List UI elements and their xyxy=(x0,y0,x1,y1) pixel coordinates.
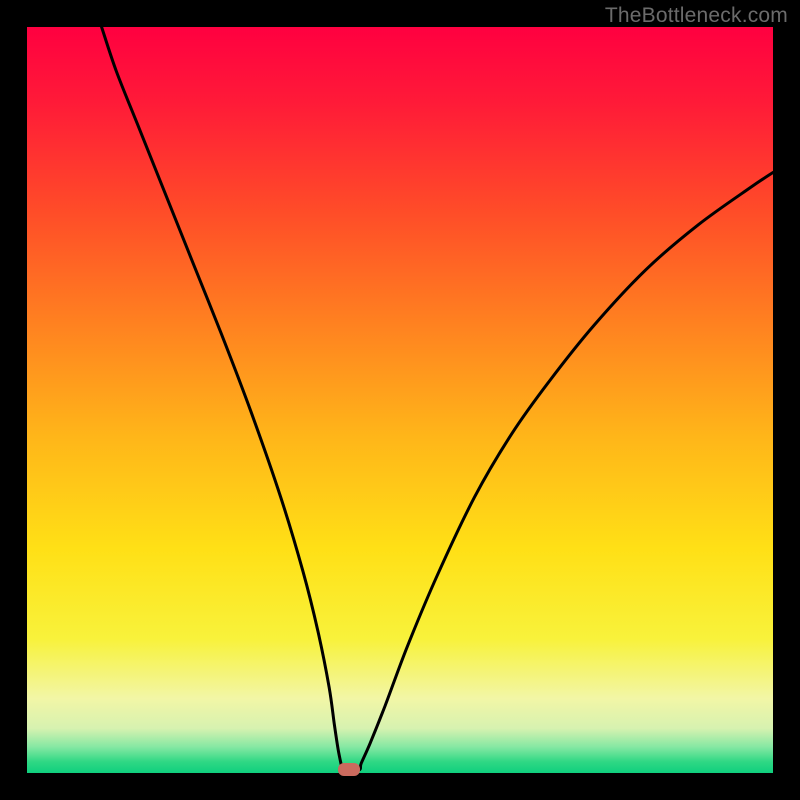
plot-svg xyxy=(27,27,773,773)
optimum-marker xyxy=(338,763,360,776)
plot-area xyxy=(27,27,773,773)
gradient-background xyxy=(27,27,773,773)
watermark-text: TheBottleneck.com xyxy=(605,4,788,28)
chart-frame: TheBottleneck.com xyxy=(0,0,800,800)
